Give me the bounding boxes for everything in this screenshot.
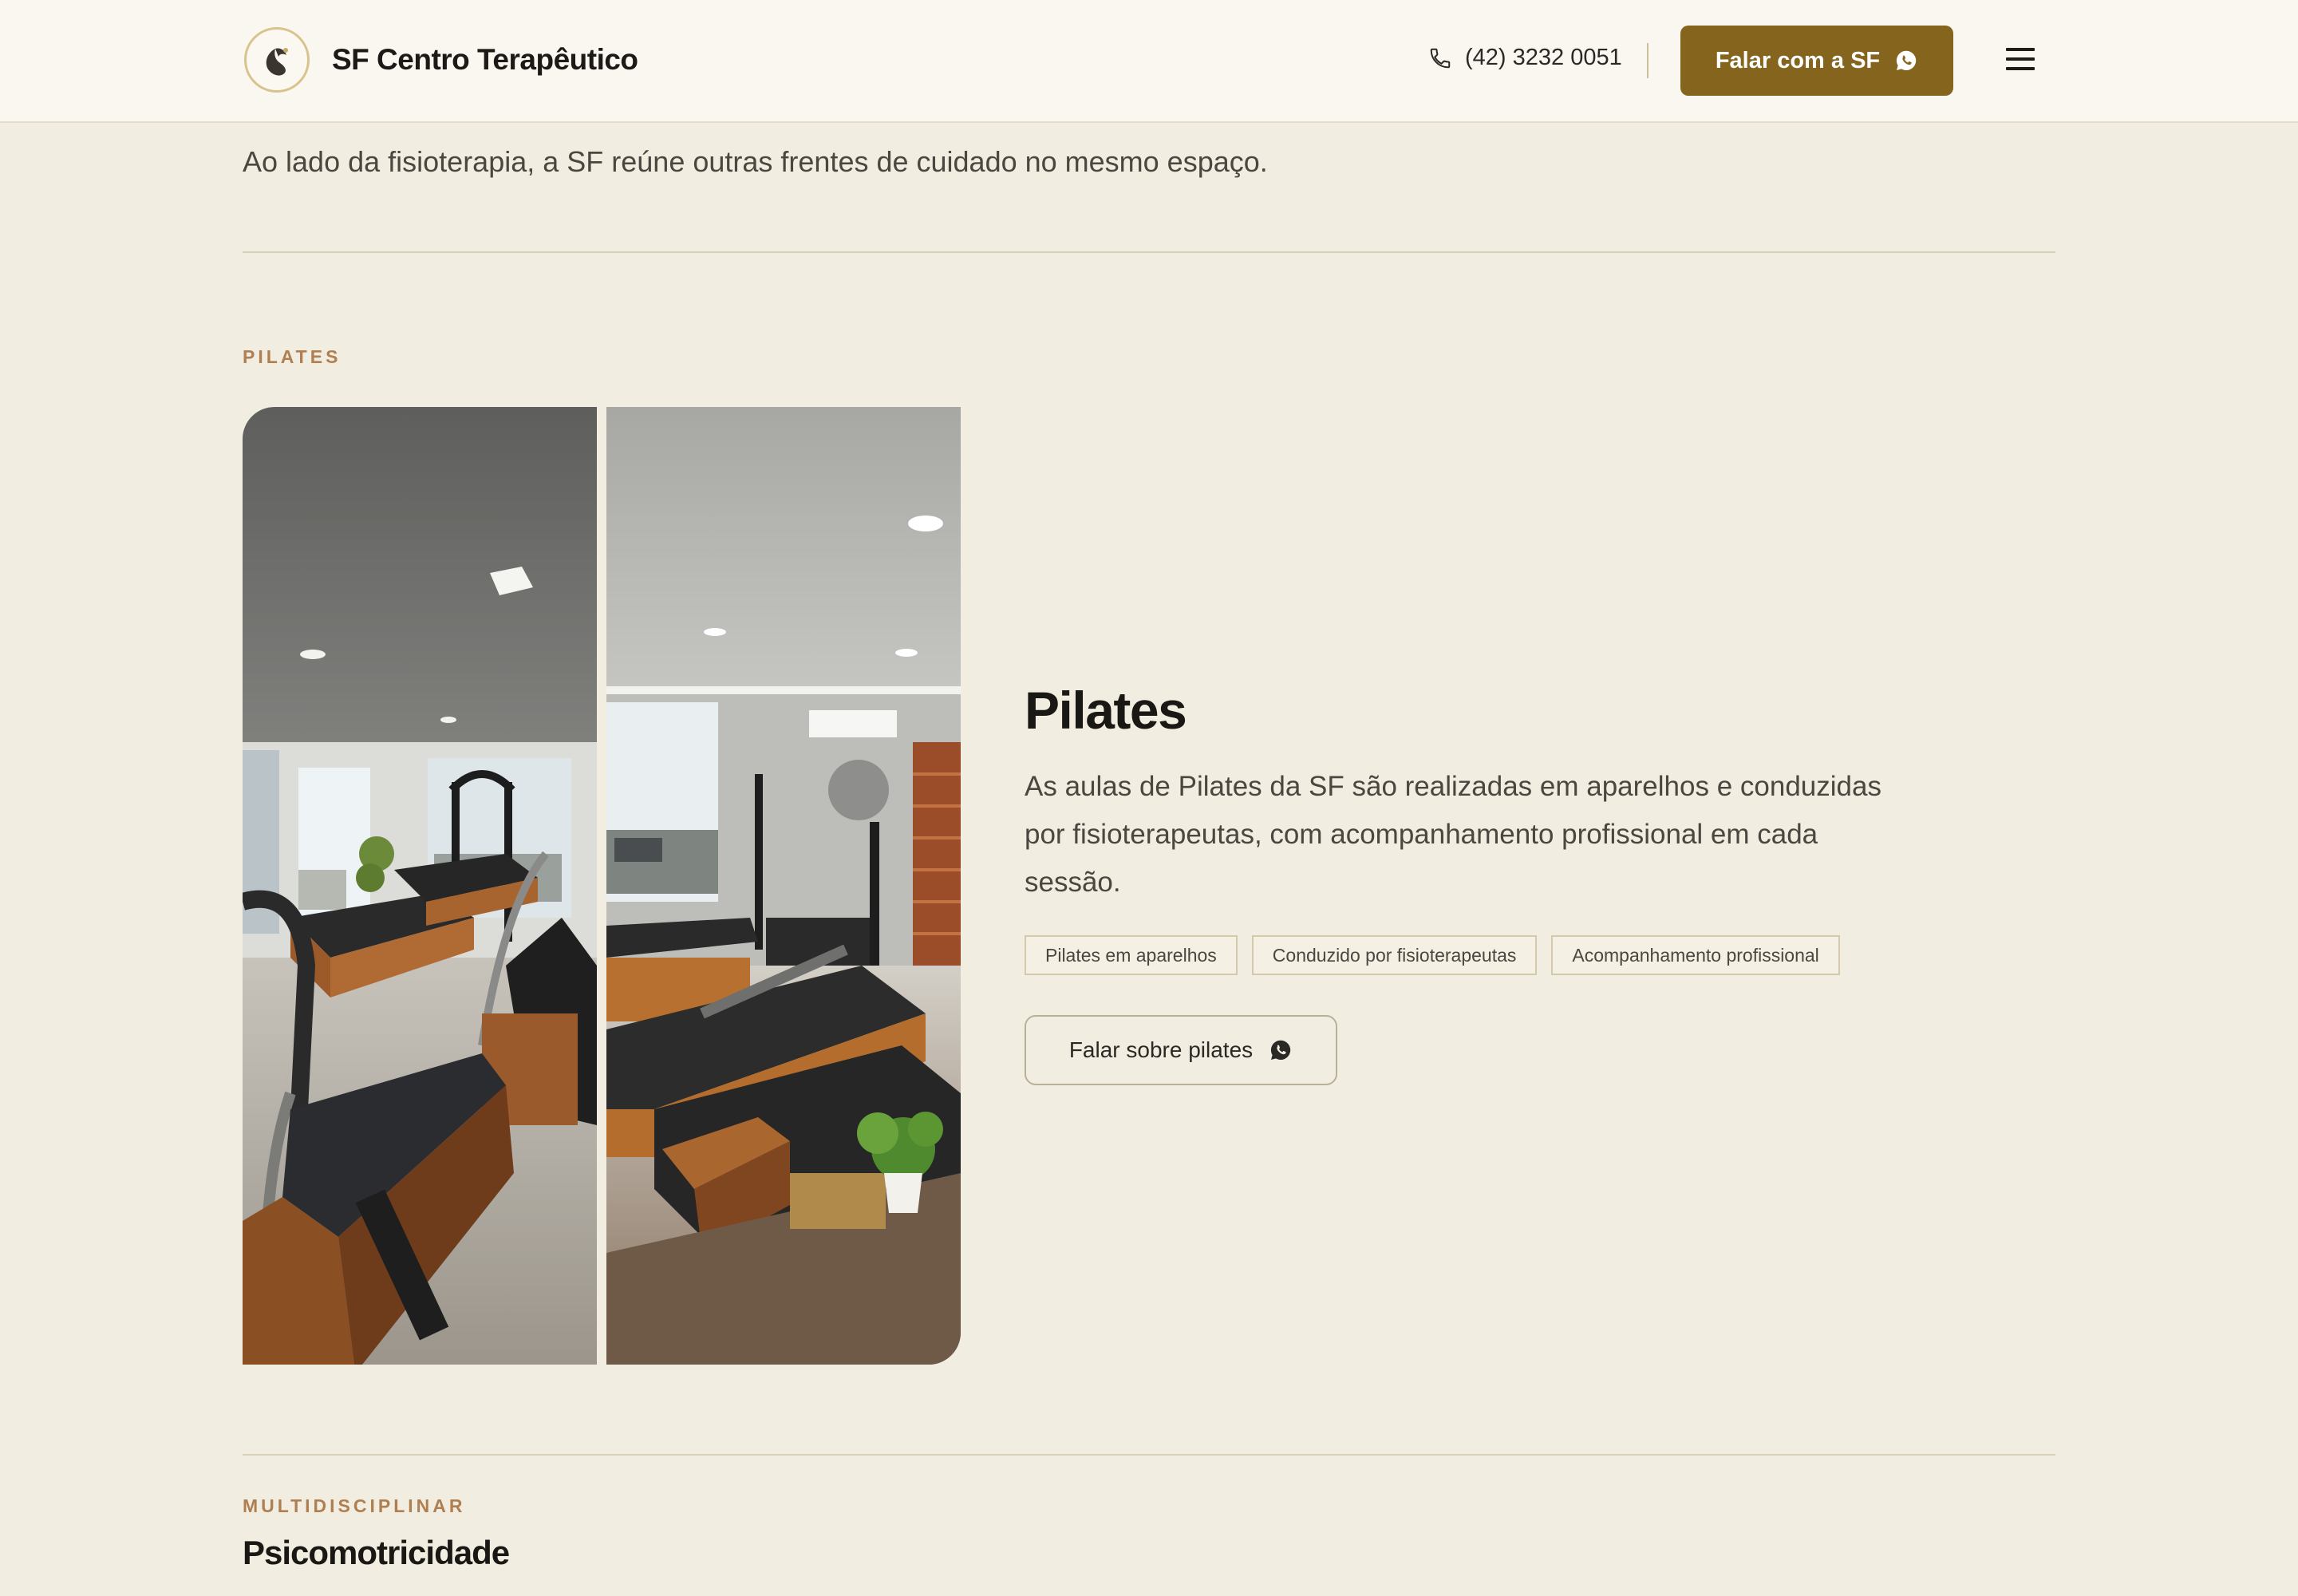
pilates-tags: Pilates em aparelhos Conduzido por fisio… (1025, 935, 1854, 975)
section-divider (243, 251, 2055, 253)
brand-name: SF Centro Terapêutico (332, 43, 638, 76)
pilates-description: As aulas de Pilates da SF são realizadas… (1025, 771, 1881, 898)
site-header: SF Centro Terapêutico (42) 3232 0051 Fal… (0, 0, 2298, 123)
tag-pilates-em-aparelhos: Pilates em aparelhos (1025, 935, 1238, 975)
whatsapp-icon (1271, 1040, 1291, 1060)
tag-acompanhamento-profissional: Acompanhamento profissional (1551, 935, 1840, 975)
phone-number: (42) 3232 0051 (1465, 45, 1622, 70)
section-divider-2 (243, 1454, 2055, 1456)
pilates-photo-gallery (243, 407, 961, 1365)
pilates-title: Pilates (1025, 681, 1187, 740)
contact-sf-label: Falar com a SF (1715, 47, 1881, 73)
leaf-swirl-icon (244, 27, 310, 93)
phone-link[interactable]: (42) 3232 0051 (1428, 45, 1622, 71)
talk-about-pilates-label: Falar sobre pilates (1068, 1037, 1254, 1062)
psicomotricidade-title: Psicomotricidade (243, 1534, 510, 1571)
tag-conduzido-por-fisioterapeutas: Conduzido por fisioterapeutas (1251, 935, 1538, 975)
section-intro-text: Ao lado da fisioterapia, a SF reúne outr… (243, 145, 1268, 178)
phone-icon (1430, 48, 1451, 68)
hamburger-menu-icon[interactable] (2006, 48, 2035, 72)
whatsapp-icon (1897, 50, 1917, 70)
contact-sf-button[interactable]: Falar com a SF (1680, 26, 1953, 96)
pilates-studio-photo-1 (243, 407, 597, 1365)
pilates-studio-photo-2 (606, 407, 961, 1365)
talk-about-pilates-button[interactable]: Falar sobre pilates (1025, 1015, 1337, 1085)
multidisciplinar-eyebrow: MULTIDISCIPLINAR (243, 1495, 466, 1516)
pilates-eyebrow: PILATES (243, 346, 342, 367)
brand-link[interactable]: SF Centro Terapêutico (244, 27, 638, 93)
header-divider (1647, 43, 1648, 78)
